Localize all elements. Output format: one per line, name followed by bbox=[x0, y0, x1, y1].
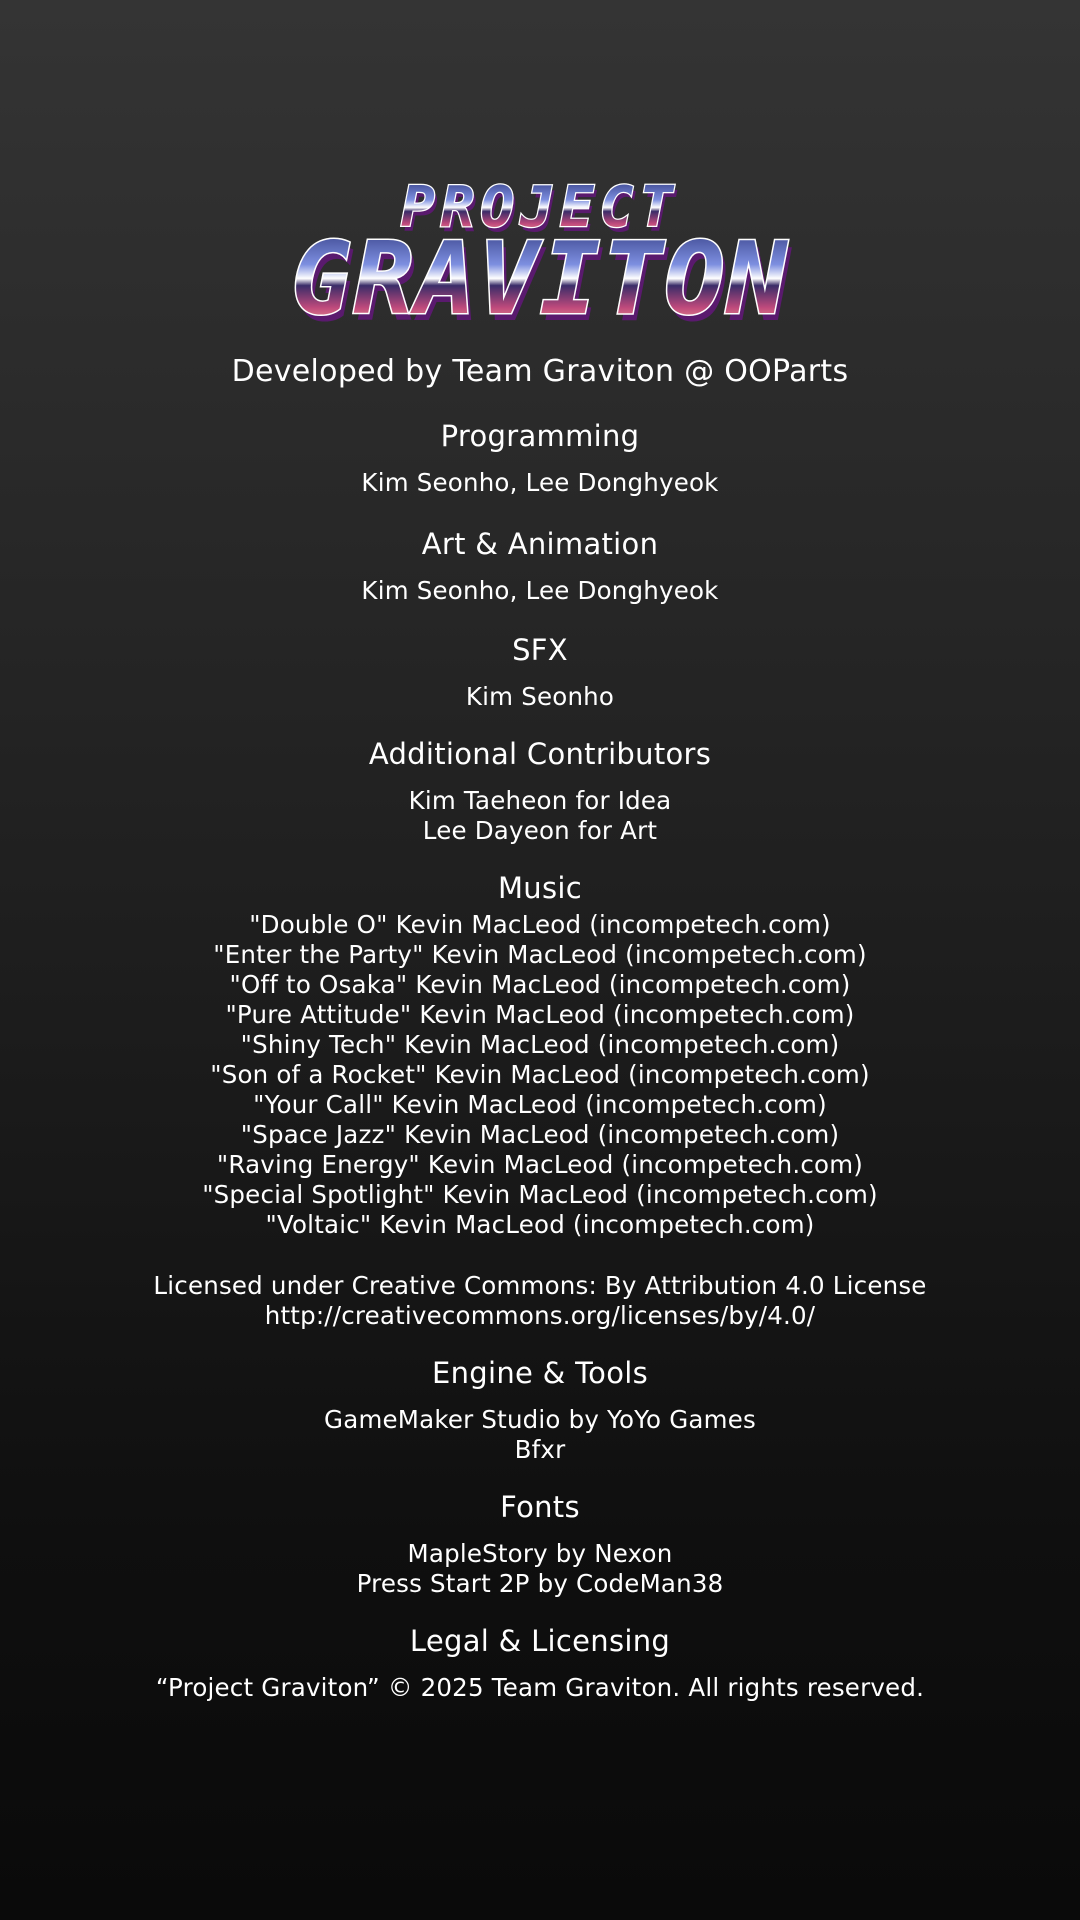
credits-section-music: Music "Double O" Kevin MacLeod (incompet… bbox=[0, 868, 1080, 1331]
credit-line: Lee Dayeon for Art bbox=[422, 816, 658, 845]
credits-section-contributors: Additional Contributors Kim Taeheon for … bbox=[0, 734, 1080, 846]
credits-list: Developed by Team Graviton @ OOParts Pro… bbox=[0, 350, 1080, 1703]
music-track: "Raving Energy" Kevin MacLeod (incompete… bbox=[216, 1150, 864, 1179]
credits-section-sfx: SFX Kim Seonho bbox=[0, 630, 1080, 712]
music-track: "Special Spotlight" Kevin MacLeod (incom… bbox=[202, 1180, 878, 1209]
music-track: "Voltaic" Kevin MacLeod (incompetech.com… bbox=[265, 1210, 815, 1239]
credit-line: GameMaker Studio by YoYo Games bbox=[324, 1405, 756, 1434]
music-track: "Pure Attitude" Kevin MacLeod (incompete… bbox=[225, 1000, 855, 1029]
credit-line: Press Start 2P by CodeMan38 bbox=[356, 1569, 724, 1598]
credits-section-legal: Legal & Licensing “Project Graviton” © 2… bbox=[0, 1621, 1080, 1703]
title-logo-graphic: PROJECT PROJECT GRAVITON GRAVITON bbox=[290, 178, 791, 338]
music-track: "Son of a Rocket" Kevin MacLeod (incompe… bbox=[210, 1060, 870, 1089]
game-title-logo: PROJECT PROJECT GRAVITON GRAVITON bbox=[0, 178, 1080, 338]
section-title: Legal & Licensing bbox=[409, 1624, 671, 1658]
credits-section-engine: Engine & Tools GameMaker Studio by YoYo … bbox=[0, 1353, 1080, 1465]
section-body: “Project Graviton” © 2025 Team Graviton.… bbox=[0, 1673, 1080, 1703]
credit-line: Kim Seonho, Lee Donghyeok bbox=[361, 576, 719, 605]
credits-section-art: Art & Animation Kim Seonho, Lee Donghyeo… bbox=[0, 524, 1080, 606]
credit-line: Kim Taeheon for Idea bbox=[408, 786, 672, 815]
title-line2: GRAVITON bbox=[291, 220, 789, 337]
credit-line: Kim Seonho bbox=[465, 682, 615, 711]
music-track-list: "Double O" Kevin MacLeod (incompetech.co… bbox=[0, 910, 1080, 1331]
section-body: GameMaker Studio by YoYo Games Bfxr bbox=[0, 1405, 1080, 1465]
music-track: "Off to Osaka" Kevin MacLeod (incompetec… bbox=[229, 970, 851, 999]
section-title: Fonts bbox=[500, 1490, 580, 1524]
music-track: "Enter the Party" Kevin MacLeod (incompe… bbox=[213, 940, 867, 969]
section-title: Additional Contributors bbox=[368, 737, 712, 771]
copyright-line: “Project Graviton” © 2025 Team Graviton.… bbox=[155, 1673, 925, 1702]
section-title: SFX bbox=[512, 633, 568, 667]
music-license: Licensed under Creative Commons: By Attr… bbox=[0, 1271, 1080, 1331]
section-title: Art & Animation bbox=[421, 527, 659, 561]
developer-credit: Developed by Team Graviton @ OOParts bbox=[231, 354, 849, 389]
credits-section-fonts: Fonts MapleStory by Nexon Press Start 2P… bbox=[0, 1487, 1080, 1599]
section-title: Programming bbox=[440, 419, 640, 453]
music-track: "Space Jazz" Kevin MacLeod (incompetech.… bbox=[240, 1120, 840, 1149]
credit-line: MapleStory by Nexon bbox=[407, 1539, 673, 1568]
section-body: Kim Seonho bbox=[0, 682, 1080, 712]
section-body: MapleStory by Nexon Press Start 2P by Co… bbox=[0, 1539, 1080, 1599]
section-body: Kim Taeheon for Idea Lee Dayeon for Art bbox=[0, 786, 1080, 846]
license-url: http://creativecommons.org/licenses/by/4… bbox=[264, 1301, 816, 1330]
music-track: "Double O" Kevin MacLeod (incompetech.co… bbox=[249, 910, 831, 939]
section-body: Kim Seonho, Lee Donghyeok bbox=[0, 576, 1080, 606]
music-track: "Your Call" Kevin MacLeod (incompetech.c… bbox=[253, 1090, 827, 1119]
license-text: Licensed under Creative Commons: By Attr… bbox=[153, 1271, 927, 1300]
credit-line: Bfxr bbox=[514, 1435, 566, 1464]
music-track: "Shiny Tech" Kevin MacLeod (incompetech.… bbox=[240, 1030, 840, 1059]
credit-line: Kim Seonho, Lee Donghyeok bbox=[361, 468, 719, 497]
credits-section-programming: Programming Kim Seonho, Lee Donghyeok bbox=[0, 416, 1080, 498]
section-title: Engine & Tools bbox=[431, 1356, 649, 1390]
section-body: Kim Seonho, Lee Donghyeok bbox=[0, 468, 1080, 498]
section-title: Music bbox=[497, 871, 582, 905]
